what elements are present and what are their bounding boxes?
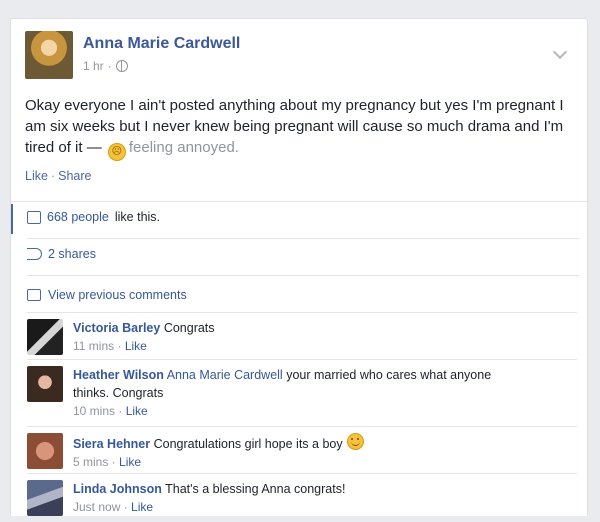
divider	[27, 275, 579, 276]
post-actions: Like · Share	[25, 169, 92, 183]
feeling-label: feeling annoyed.	[128, 139, 239, 156]
comment-body: Linda Johnson That's a blessing Anna con…	[73, 482, 346, 514]
shares-summary[interactable]: 2 shares	[27, 247, 96, 261]
comment-time[interactable]: Just now	[73, 500, 120, 514]
comment-item: Siera Hehner Congratulations girl hope i…	[27, 426, 577, 473]
comment-body: Victoria Barley Congrats 11 mins · Like	[73, 321, 215, 353]
comment-text: Congrats	[163, 321, 215, 335]
post-card: Anna Marie Cardwell 1 hr · Okay everyone…	[10, 18, 588, 516]
comment-body: Siera Hehner Congratulations girl hope i…	[73, 433, 364, 471]
comment-like-button[interactable]: Like	[126, 404, 148, 418]
post-text: Okay everyone I ain't posted anything ab…	[25, 95, 573, 161]
comment-text-continued: thinks. Congrats	[73, 386, 164, 400]
post-header: Anna Marie Cardwell 1 hr ·	[25, 31, 575, 81]
smiley-icon	[346, 433, 364, 450]
tagged-user[interactable]: Anna Marie Cardwell	[167, 368, 283, 382]
comment-text: That's a blessing Anna congrats!	[165, 482, 346, 496]
shares-count[interactable]: 2 shares	[48, 247, 96, 261]
commenter-avatar[interactable]	[27, 480, 63, 516]
like-button[interactable]: Like	[25, 169, 48, 183]
view-previous-comments[interactable]: View previous comments	[27, 288, 187, 302]
commenter-name[interactable]: Heather Wilson	[73, 368, 164, 382]
divider	[27, 238, 579, 239]
ufi-section: 668 people like this. 2 shares View prev…	[11, 201, 587, 516]
comment-item: Linda Johnson That's a blessing Anna con…	[27, 473, 577, 520]
commenter-avatar[interactable]	[27, 366, 63, 402]
commenter-avatar[interactable]	[27, 319, 63, 355]
author-avatar[interactable]	[25, 31, 73, 79]
comment-time[interactable]: 11 mins	[73, 339, 114, 353]
comment-text: Congratulations girl hope its a boy	[153, 437, 343, 451]
commenter-avatar[interactable]	[27, 433, 63, 469]
annoyed-emoji-icon: ☹	[107, 143, 126, 161]
author-name[interactable]: Anna Marie Cardwell	[83, 35, 240, 53]
commenter-name[interactable]: Siera Hehner	[73, 437, 150, 451]
share-button[interactable]: Share	[58, 169, 91, 183]
likes-suffix: like this.	[114, 210, 161, 224]
comment-like-button[interactable]: Like	[131, 500, 153, 514]
comment-list: Victoria Barley Congrats 11 mins · Like …	[27, 312, 577, 520]
comment-time[interactable]: 10 mins	[73, 404, 115, 418]
globe-icon	[115, 60, 128, 72]
post-time[interactable]: 1 hr	[83, 59, 104, 73]
ufi-accent-bar	[11, 204, 13, 234]
comment-item: Victoria Barley Congrats 11 mins · Like	[27, 312, 577, 359]
chevron-down-icon[interactable]	[552, 44, 568, 60]
likes-count[interactable]: 668 people	[47, 210, 109, 224]
view-previous-comments-link[interactable]: View previous comments	[48, 288, 187, 302]
comment-like-button[interactable]: Like	[125, 339, 147, 353]
comment-time[interactable]: 5 mins	[73, 455, 108, 469]
comment-icon	[27, 289, 41, 301]
share-icon	[27, 248, 42, 260]
commenter-name[interactable]: Linda Johnson	[73, 482, 162, 496]
comment-body: Heather Wilson Anna Marie Cardwell your …	[73, 368, 492, 418]
post-body: Okay everyone I ain't posted anything ab…	[25, 97, 564, 156]
comment-item: Heather Wilson Anna Marie Cardwell your …	[27, 359, 577, 426]
comment-text: your married who cares what anyone	[286, 368, 492, 382]
post-meta: 1 hr ·	[83, 59, 128, 73]
likes-summary: 668 people like this.	[27, 210, 160, 224]
like-icon	[27, 210, 41, 224]
commenter-name[interactable]: Victoria Barley	[73, 321, 160, 335]
comment-like-button[interactable]: Like	[119, 455, 141, 469]
